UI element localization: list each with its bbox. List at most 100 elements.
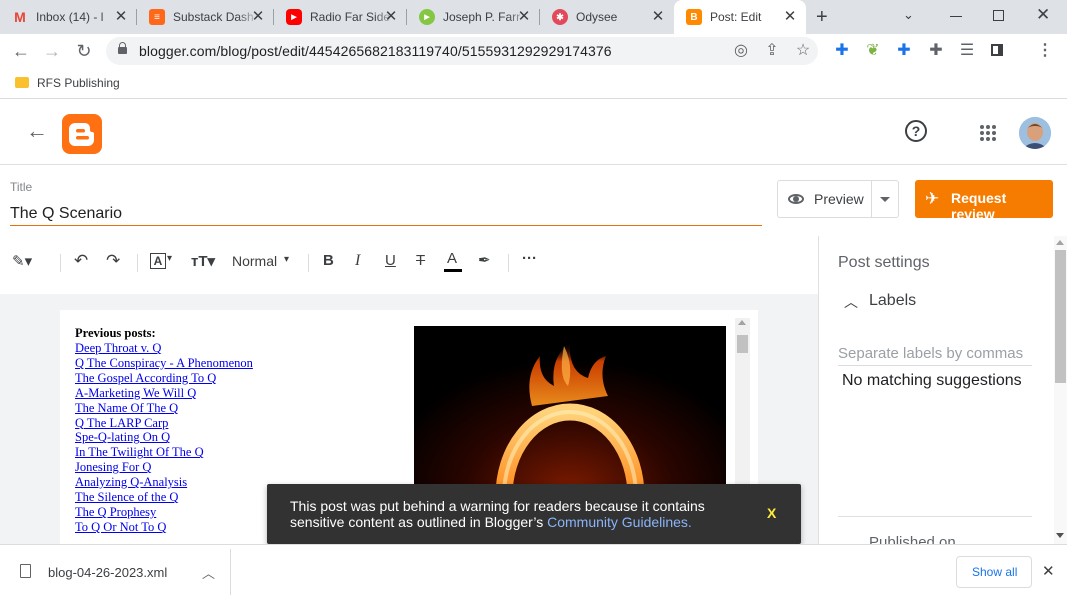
- post-link[interactable]: The Silence of the Q: [75, 490, 253, 505]
- post-link[interactable]: A-Marketing We Will Q: [75, 386, 253, 401]
- lock-icon[interactable]: [118, 47, 127, 54]
- url-text[interactable]: blogger.com/blog/post/edit/4454265682183…: [139, 43, 612, 59]
- bookmark-rfs-publishing[interactable]: RFS Publishing: [37, 76, 120, 90]
- scroll-thumb[interactable]: [1055, 250, 1066, 383]
- post-link[interactable]: Q The LARP Carp: [75, 416, 253, 431]
- media-list-icon[interactable]: ☰: [957, 41, 977, 61]
- close-tab-icon[interactable]: ✕: [650, 9, 666, 25]
- help-icon[interactable]: ?: [905, 120, 927, 142]
- italic-icon[interactable]: I: [355, 252, 360, 270]
- preview-button[interactable]: Preview: [777, 180, 899, 218]
- community-guidelines-link[interactable]: Community Guidelines.: [547, 514, 692, 530]
- chrome-menu-icon[interactable]: ⋮: [1035, 41, 1055, 61]
- tab-label: Substack Dash: [173, 10, 254, 24]
- post-link[interactable]: The Gospel According To Q: [75, 371, 253, 386]
- back-arrow-button[interactable]: ←: [26, 118, 48, 144]
- tab-post-edit[interactable]: B Post: Edit ✕: [674, 0, 806, 34]
- paragraph-style-select[interactable]: Normal: [232, 253, 277, 269]
- leaf-extension-icon[interactable]: ❦: [863, 41, 883, 61]
- divider: [60, 254, 61, 272]
- close-window-icon[interactable]: ✕: [1036, 5, 1050, 25]
- strikethrough-icon[interactable]: T: [416, 252, 425, 269]
- divider: [308, 254, 309, 272]
- minimize-icon[interactable]: [950, 16, 962, 17]
- avatar[interactable]: [1019, 117, 1051, 149]
- close-tab-icon[interactable]: ✕: [782, 9, 798, 25]
- close-tab-icon[interactable]: ✕: [250, 9, 266, 25]
- post-link[interactable]: Deep Throat v. Q: [75, 341, 253, 356]
- side-panel-icon[interactable]: [991, 44, 1003, 56]
- post-settings-panel: Post settings ︿ Labels Separate labels b…: [818, 236, 1067, 551]
- pencil-mode-icon[interactable]: ✎▾: [12, 252, 32, 270]
- close-download-bar-icon[interactable]: ✕: [1042, 562, 1055, 580]
- font-size-icon[interactable]: тT▾: [191, 252, 215, 270]
- tab-substack[interactable]: ≡ Substack Dash ✕: [137, 0, 274, 34]
- highlight-icon[interactable]: ✒: [478, 251, 491, 269]
- extensions-puzzle-icon[interactable]: ✚: [926, 41, 946, 61]
- eye-off-icon[interactable]: ◎: [731, 41, 751, 61]
- post-link[interactable]: Analyzing Q-Analysis: [75, 475, 253, 490]
- rumble-icon: ▶: [419, 9, 435, 25]
- dropdown-arrow-icon[interactable]: [880, 197, 890, 202]
- post-link[interactable]: Q The Conspiracy - A Phenomenon: [75, 356, 253, 371]
- title-input[interactable]: The Q Scenario: [10, 205, 122, 223]
- post-link[interactable]: In The Twilight Of The Q: [75, 445, 253, 460]
- post-link[interactable]: To Q Or Not To Q: [75, 520, 253, 535]
- bold-icon[interactable]: B: [323, 252, 334, 269]
- post-link[interactable]: The Q Prophesy: [75, 505, 253, 520]
- restore-icon[interactable]: [993, 10, 1004, 21]
- substack-icon: ≡: [149, 9, 165, 25]
- text-color-icon[interactable]: A: [447, 250, 457, 267]
- post-link[interactable]: Spe-Q-lating On Q: [75, 430, 253, 445]
- sensitive-content-toast: This post was put behind a warning for r…: [267, 484, 801, 544]
- side-scrollbar[interactable]: [1054, 236, 1067, 544]
- back-icon[interactable]: ←: [11, 41, 31, 61]
- gmail-icon: M: [14, 9, 26, 25]
- post-link[interactable]: Jonesing For Q: [75, 460, 253, 475]
- tab-strip: M Inbox (14) - l ✕ ≡ Substack Dash ✕ ▶ R…: [0, 0, 1067, 34]
- share-icon[interactable]: ⇪: [762, 41, 782, 61]
- tab-odysee[interactable]: ✱ Odysee ✕: [540, 0, 674, 34]
- toast-close-button[interactable]: X: [767, 505, 776, 521]
- extension-icon[interactable]: ✚: [832, 41, 852, 61]
- close-tab-icon[interactable]: ✕: [383, 9, 399, 25]
- redo-icon[interactable]: ↷: [106, 251, 120, 271]
- close-tab-icon[interactable]: ✕: [516, 9, 532, 25]
- download-filename[interactable]: blog-04-26-2023.xml: [48, 565, 167, 580]
- new-tab-button[interactable]: +: [816, 6, 828, 29]
- labels-input[interactable]: Separate labels by commas: [838, 345, 1023, 362]
- labels-section-toggle[interactable]: Labels: [869, 292, 916, 310]
- blogger-logo[interactable]: [62, 114, 102, 154]
- underline-icon[interactable]: U: [385, 252, 396, 269]
- forward-icon[interactable]: →: [42, 41, 62, 61]
- tab-gmail[interactable]: M Inbox (14) - l ✕: [0, 0, 137, 34]
- apps-grid-icon[interactable]: [979, 124, 997, 142]
- request-review-button[interactable]: ✈ Request review: [915, 180, 1053, 222]
- paragraph-style-dropdown-icon[interactable]: ▾: [284, 254, 289, 265]
- tab-rumble[interactable]: ▶ Joseph P. Farr ✕: [407, 0, 540, 34]
- bookmark-star-icon[interactable]: ☆: [793, 41, 813, 61]
- more-options-icon[interactable]: ···: [522, 250, 537, 267]
- tab-label: Inbox (14) - l: [36, 10, 104, 24]
- tab-youtube[interactable]: ▶ Radio Far Side ✕: [274, 0, 407, 34]
- show-all-button[interactable]: Show all: [956, 556, 1032, 588]
- scroll-up-icon[interactable]: [738, 320, 746, 325]
- chevron-up-icon[interactable]: ︿: [844, 292, 858, 312]
- divider: [508, 254, 509, 272]
- post-link[interactable]: The Name Of The Q: [75, 401, 253, 416]
- text-color-swatch: [444, 269, 462, 272]
- post-settings-title: Post settings: [838, 254, 930, 271]
- chevron-up-icon[interactable]: ︿: [202, 563, 215, 582]
- scroll-down-icon[interactable]: [1056, 533, 1064, 538]
- blogger-icon: B: [686, 9, 702, 25]
- extension-icon[interactable]: ✚: [894, 41, 914, 61]
- font-family-dropdown-icon[interactable]: ▾: [167, 253, 172, 264]
- tab-search-icon[interactable]: ⌄: [903, 7, 914, 23]
- reload-icon[interactable]: ↻: [74, 41, 94, 61]
- title-label: Title: [10, 180, 33, 194]
- font-family-icon[interactable]: A: [150, 253, 166, 269]
- scroll-thumb[interactable]: [737, 335, 748, 353]
- undo-icon[interactable]: ↶: [74, 251, 88, 271]
- scroll-up-icon[interactable]: [1056, 240, 1064, 245]
- close-tab-icon[interactable]: ✕: [113, 9, 129, 25]
